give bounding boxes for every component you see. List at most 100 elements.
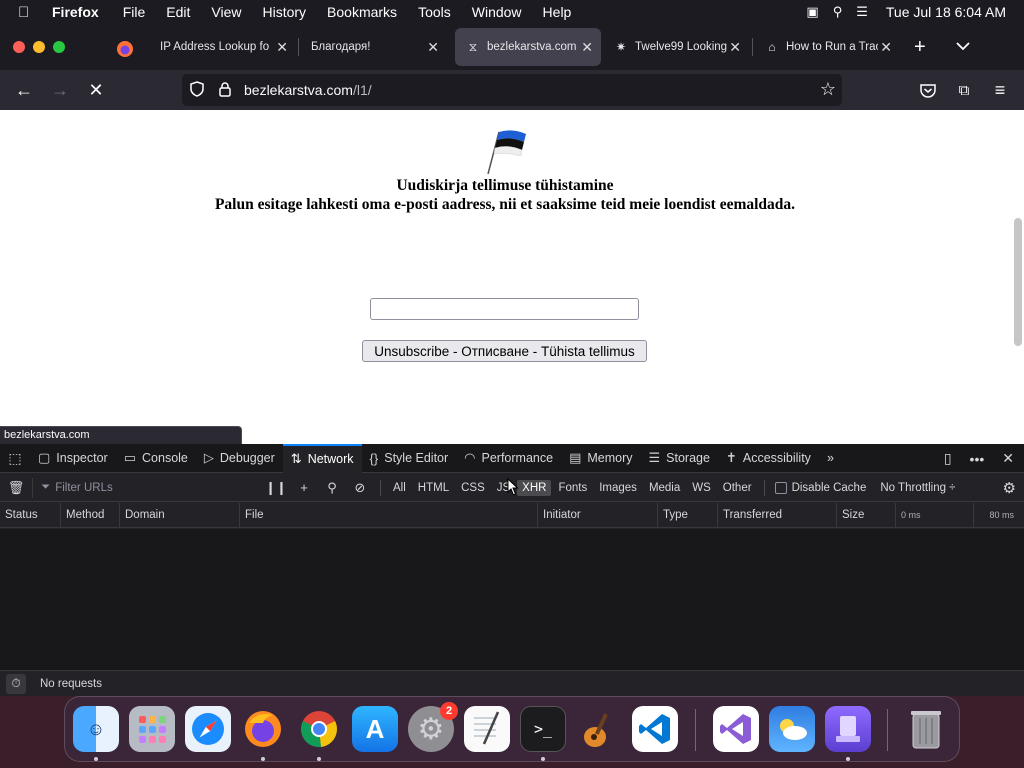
- close-tab-icon[interactable]: ✕: [581, 39, 593, 56]
- throttling-select[interactable]: No Throttling ÷: [880, 482, 955, 494]
- filter-urls-input[interactable]: ⏷ Filter URLs: [32, 477, 258, 498]
- dock-weather-icon[interactable]: [769, 706, 815, 752]
- filter-media[interactable]: Media: [644, 480, 685, 496]
- checkbox-box[interactable]: [774, 481, 787, 494]
- more-tools-chevron-icon[interactable]: »: [819, 444, 842, 473]
- menu-window[interactable]: Window: [472, 4, 522, 20]
- column-size[interactable]: Size: [837, 503, 896, 528]
- email-input[interactable]: [370, 298, 639, 320]
- menu-clock[interactable]: Tue Jul 18 6:04 AM: [886, 4, 1006, 20]
- column-domain[interactable]: Domain: [120, 503, 240, 528]
- dock-system-settings-icon[interactable]: ⚙ 2: [408, 702, 458, 752]
- menu-file[interactable]: File: [123, 4, 146, 20]
- tab-ip-lookup[interactable]: IP Address Lookup fo ✕: [150, 28, 296, 66]
- column-file[interactable]: File: [240, 503, 538, 528]
- devtools-tab-style-editor[interactable]: {} Style Editor: [362, 444, 457, 473]
- new-tab-plus-icon[interactable]: +: [914, 36, 926, 59]
- dock-launchpad-icon[interactable]: [129, 706, 175, 752]
- pause-recording-icon[interactable]: ❙❙: [262, 480, 290, 496]
- tab-twelve99[interactable]: ✷ Twelve99 Looking ✕: [603, 28, 749, 66]
- performance-analysis-stopwatch-icon[interactable]: ⏱: [6, 673, 26, 694]
- filter-all[interactable]: All: [388, 480, 411, 496]
- devtools-tab-inspector[interactable]: ▢ Inspector: [30, 444, 116, 473]
- close-devtools-icon[interactable]: ✕: [1002, 450, 1014, 467]
- menu-history[interactable]: History: [262, 4, 306, 20]
- devtools-tab-memory[interactable]: ▤ Memory: [561, 444, 640, 473]
- url-text[interactable]: bezlekarstva.com/l1/: [244, 82, 372, 98]
- window-close-button[interactable]: [13, 41, 25, 53]
- devtools-tab-network[interactable]: ⇅ Network: [282, 443, 362, 473]
- network-settings-gear-icon[interactable]: ⚙: [1003, 479, 1016, 497]
- dock-textedit-icon[interactable]: [464, 706, 510, 752]
- list-all-tabs-chevron-icon[interactable]: [956, 38, 970, 54]
- devtools-tab-debugger[interactable]: ▷ Debugger: [196, 444, 283, 473]
- menu-edit[interactable]: Edit: [166, 4, 190, 20]
- tab-thanks[interactable]: Благодаря! ✕: [301, 28, 447, 66]
- dock-simulator-icon[interactable]: [825, 706, 871, 752]
- filter-other[interactable]: Other: [718, 480, 757, 496]
- control-center-icon[interactable]: ☰: [856, 4, 868, 20]
- back-arrow-icon[interactable]: ←: [12, 78, 36, 102]
- request-blocking-icon[interactable]: ⊘: [346, 480, 374, 496]
- menu-help[interactable]: Help: [543, 4, 572, 20]
- stop-loading-icon[interactable]: ✕: [84, 78, 108, 102]
- extensions-puzzle-icon[interactable]: ⧉: [952, 78, 976, 102]
- devtools-tab-accessibility[interactable]: ✝ Accessibility: [718, 444, 819, 473]
- pocket-icon[interactable]: [916, 78, 940, 102]
- devtools-tab-console[interactable]: ▭ Console: [116, 444, 196, 473]
- filter-css[interactable]: CSS: [456, 480, 490, 496]
- new-request-plus-icon[interactable]: +: [290, 480, 318, 495]
- filter-fonts[interactable]: Fonts: [553, 480, 592, 496]
- url-bar[interactable]: bezlekarstva.com/l1/ ☆: [182, 74, 842, 106]
- dock-finder-icon[interactable]: ☺: [73, 706, 119, 752]
- dock-visual-studio-icon[interactable]: [713, 706, 759, 752]
- window-zoom-button[interactable]: [53, 41, 65, 53]
- apple-icon[interactable]: : [18, 4, 38, 21]
- menu-tools[interactable]: Tools: [418, 4, 451, 20]
- tab-how-to-run[interactable]: ⌂ How to Run a Trac ✕: [754, 28, 900, 66]
- search-icon[interactable]: ⚲: [318, 480, 346, 496]
- tracking-protection-shield-icon[interactable]: [190, 80, 206, 100]
- column-type[interactable]: Type: [658, 503, 718, 528]
- site-info-lock-icon[interactable]: [218, 81, 234, 100]
- dock-terminal-icon[interactable]: >_: [520, 706, 566, 752]
- clear-requests-trash-icon[interactable]: 🗑: [0, 480, 32, 496]
- filter-ws[interactable]: WS: [687, 480, 716, 496]
- close-tab-icon[interactable]: ✕: [427, 39, 439, 56]
- bookmark-star-icon[interactable]: ☆: [820, 79, 836, 100]
- filter-xhr[interactable]: XHR: [517, 479, 552, 496]
- dock-firefox-icon[interactable]: [240, 706, 286, 752]
- devtools-options-ellipsis-icon[interactable]: •••: [970, 451, 985, 467]
- dock-safari-icon[interactable]: [185, 706, 231, 752]
- column-method[interactable]: Method: [61, 503, 120, 528]
- filter-html[interactable]: HTML: [413, 480, 454, 496]
- element-picker-icon[interactable]: ⬚: [0, 450, 30, 467]
- devtools-tab-storage[interactable]: ☰ Storage: [641, 444, 718, 473]
- dock-side-icon[interactable]: ▯: [944, 450, 952, 467]
- disable-cache-checkbox[interactable]: Disable Cache: [774, 481, 866, 494]
- column-transferred[interactable]: Transferred: [718, 503, 837, 528]
- tab-bezlekarstva[interactable]: ⧖ bezlekarstva.com ✕: [455, 28, 601, 66]
- close-tab-icon[interactable]: ✕: [880, 39, 892, 56]
- close-tab-icon[interactable]: ✕: [729, 39, 741, 56]
- devtools-tab-performance[interactable]: ◠ Performance: [456, 444, 561, 473]
- hamburger-menu-icon[interactable]: ≡: [988, 78, 1012, 102]
- dock-chrome-icon[interactable]: [296, 706, 342, 752]
- spotlight-search-icon[interactable]: ⚲: [833, 4, 843, 20]
- dock-trash-icon[interactable]: [903, 706, 949, 752]
- unsubscribe-button[interactable]: Unsubscribe - Отписване - Tühista tellim…: [362, 340, 647, 362]
- firefox-view-icon[interactable]: [112, 36, 138, 62]
- screen-mirroring-icon[interactable]: ▣: [806, 4, 818, 20]
- column-initiator[interactable]: Initiator: [538, 503, 658, 528]
- dock-vscode-icon[interactable]: [632, 706, 678, 752]
- dock-app-store-icon[interactable]: A: [352, 706, 398, 752]
- window-minimize-button[interactable]: [33, 41, 45, 53]
- filter-images[interactable]: Images: [594, 480, 642, 496]
- dock-garageband-icon[interactable]: [576, 706, 622, 752]
- close-tab-icon[interactable]: ✕: [276, 39, 288, 56]
- menu-view[interactable]: View: [211, 4, 241, 20]
- page-scrollbar-thumb[interactable]: [1014, 218, 1022, 346]
- column-status[interactable]: Status: [0, 503, 61, 528]
- forward-arrow-icon[interactable]: →: [48, 78, 72, 102]
- menu-bookmarks[interactable]: Bookmarks: [327, 4, 397, 20]
